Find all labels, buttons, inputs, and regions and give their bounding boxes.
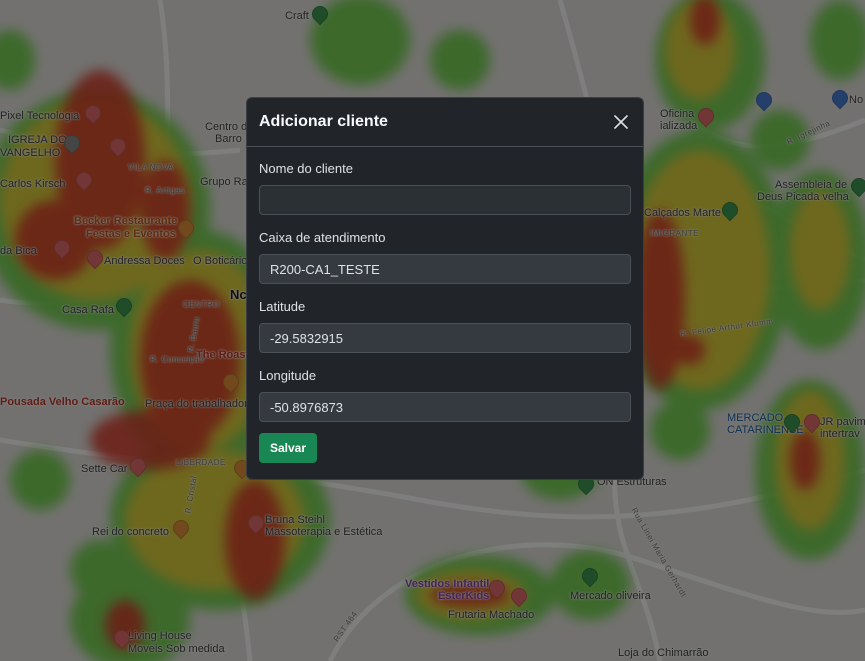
- latitude-label: Latitude: [259, 299, 306, 314]
- longitude-input[interactable]: [259, 392, 631, 422]
- client-name-group: Nome do cliente: [259, 161, 631, 215]
- client-name-input[interactable]: [259, 185, 631, 215]
- close-icon: [614, 115, 628, 129]
- latitude-group: Latitude: [259, 299, 631, 353]
- save-button[interactable]: Salvar: [259, 433, 318, 463]
- service-box-label: Caixa de atendimento: [259, 230, 386, 245]
- modal-header: Adicionar cliente: [247, 98, 643, 147]
- latitude-input[interactable]: [259, 323, 631, 353]
- service-box-input[interactable]: [259, 254, 631, 284]
- add-client-modal: Adicionar cliente Nome do cliente Caixa …: [246, 97, 644, 480]
- longitude-group: Longitude: [259, 368, 631, 422]
- close-button[interactable]: [611, 112, 631, 132]
- modal-body: Nome do cliente Caixa de atendimento Lat…: [247, 147, 643, 463]
- client-name-label: Nome do cliente: [259, 161, 353, 176]
- service-box-group: Caixa de atendimento: [259, 230, 631, 284]
- modal-title: Adicionar cliente: [259, 113, 388, 130]
- longitude-label: Longitude: [259, 368, 317, 383]
